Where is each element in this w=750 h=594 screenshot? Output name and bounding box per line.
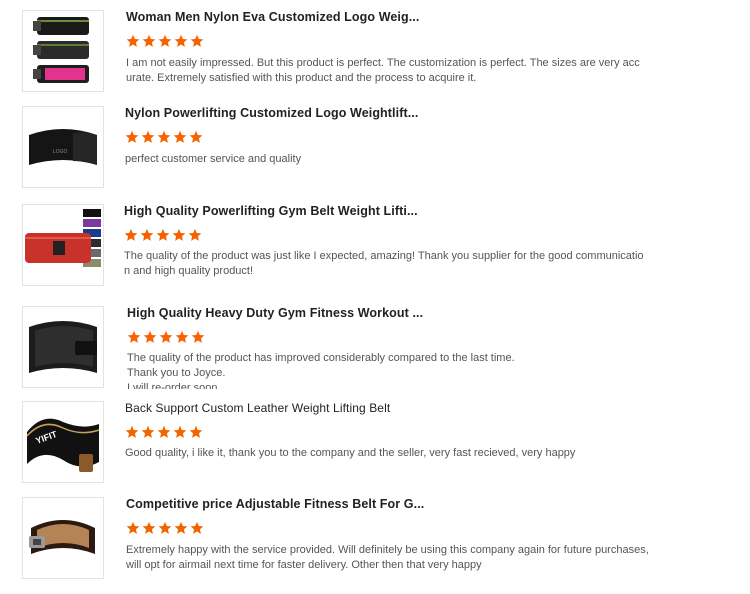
review-product-title[interactable]: Woman Men Nylon Eva Customized Logo Weig… [126, 10, 419, 24]
product-thumbnail[interactable] [22, 204, 104, 286]
star-icon [157, 130, 171, 143]
review-text: The quality of the product has improved … [127, 352, 515, 389]
star-icon [174, 521, 188, 534]
star-icon [190, 34, 204, 47]
star-icon [127, 330, 141, 343]
star-icon [156, 228, 170, 241]
belt-leather-image: YIFIT [26, 418, 100, 472]
star-icon [124, 228, 138, 241]
star-icon [126, 34, 140, 47]
product-thumbnail[interactable] [22, 306, 104, 388]
star-icon [173, 425, 187, 438]
belt-wide-black-image [29, 321, 97, 373]
star-rating [127, 330, 205, 346]
star-icon [159, 330, 173, 343]
product-thumbnail[interactable]: LOGO [22, 106, 104, 188]
review-text: Good quality, i like it, thank you to th… [125, 447, 576, 459]
review-text: Extremely happy with the service provide… [126, 544, 649, 571]
review-product-title[interactable]: High Quality Powerlifting Gym Belt Weigh… [124, 204, 418, 218]
product-thumbnail[interactable]: YIFIT [22, 401, 104, 483]
star-icon [157, 425, 171, 438]
star-icon [188, 228, 202, 241]
star-icon [173, 130, 187, 143]
review-product-title[interactable]: Nylon Powerlifting Customized Logo Weigh… [125, 106, 418, 120]
star-icon [126, 521, 140, 534]
belt-red-image [25, 209, 101, 267]
star-icon [172, 228, 186, 241]
belt-brown-image [29, 520, 95, 554]
star-rating [125, 425, 203, 441]
star-rating [125, 130, 203, 146]
belt-black-image: LOGO [29, 129, 97, 165]
review-text: perfect customer service and quality [125, 153, 302, 165]
star-icon [158, 521, 172, 534]
belt-logo-text: LOGO [53, 149, 68, 155]
review-product-title[interactable]: Competitive price Adjustable Fitness Bel… [126, 497, 424, 511]
star-icon [125, 130, 139, 143]
star-rating [124, 228, 202, 244]
star-icon [142, 521, 156, 534]
star-icon [140, 228, 154, 241]
star-icon [174, 34, 188, 47]
star-icon [158, 34, 172, 47]
star-icon [189, 130, 203, 143]
star-icon [141, 425, 155, 438]
star-icon [191, 330, 205, 343]
star-icon [143, 330, 157, 343]
review-text: I am not easily impressed. But this prod… [126, 57, 640, 84]
product-thumbnail[interactable] [22, 10, 104, 92]
star-icon [190, 521, 204, 534]
review-text: The quality of the product was just like… [124, 250, 644, 277]
star-rating [126, 34, 204, 50]
star-icon [125, 425, 139, 438]
star-icon [142, 34, 156, 47]
star-icon [175, 330, 189, 343]
belt-stack-image [33, 17, 89, 83]
star-rating [126, 521, 204, 537]
star-icon [189, 425, 203, 438]
review-product-title[interactable]: High Quality Heavy Duty Gym Fitness Work… [127, 306, 423, 320]
review-product-title[interactable]: Back Support Custom Leather Weight Lifti… [125, 401, 390, 415]
star-icon [141, 130, 155, 143]
product-thumbnail[interactable] [22, 497, 104, 579]
